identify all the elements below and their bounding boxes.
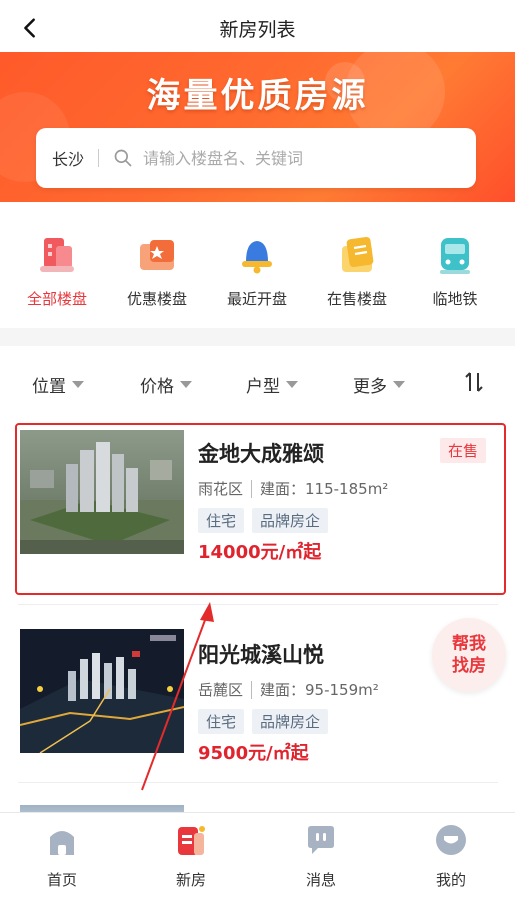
row-divider bbox=[18, 782, 498, 783]
back-arrow-icon bbox=[24, 18, 35, 38]
listing-district: 岳麓区 bbox=[198, 681, 244, 699]
listing-name: 阳光城溪山悦 bbox=[198, 643, 324, 667]
category-recent-open[interactable]: 最近开盘 bbox=[212, 232, 302, 309]
category-label: 最近开盘 bbox=[226, 290, 287, 308]
search-box[interactable]: 长沙 bbox=[36, 128, 476, 188]
caret-down-icon bbox=[180, 381, 192, 388]
subway-icon bbox=[432, 232, 478, 278]
nav-home[interactable]: 首页 bbox=[17, 823, 107, 890]
page-title: 新房列表 bbox=[219, 18, 296, 41]
building-icon bbox=[34, 232, 80, 278]
nav-new-house[interactable]: 新房 bbox=[146, 823, 236, 890]
help-button-label: 帮我 bbox=[452, 634, 486, 654]
header-bar: 新房列表 bbox=[0, 0, 515, 56]
caret-down-icon bbox=[393, 381, 405, 388]
filter-location[interactable]: 位置 bbox=[32, 372, 84, 397]
status-badge: 在售 bbox=[439, 438, 486, 463]
bottom-nav: 首页 新房 消息 我的 bbox=[0, 812, 515, 900]
caret-down-icon bbox=[286, 381, 298, 388]
listing-area: 建面：95-159m² bbox=[260, 681, 379, 699]
message-icon bbox=[308, 826, 334, 854]
listing-name: 金地大成雅颂 bbox=[198, 442, 324, 466]
category-label: 在售楼盘 bbox=[326, 290, 387, 308]
help-button-label: 找房 bbox=[452, 656, 486, 676]
section-gap bbox=[0, 328, 515, 346]
search-input[interactable] bbox=[141, 147, 426, 169]
filter-layout[interactable]: 户型 bbox=[246, 372, 298, 397]
coupon-icon bbox=[134, 232, 180, 278]
listing-district: 雨花区 bbox=[198, 480, 244, 498]
listing-tag: 品牌房企 bbox=[252, 709, 329, 734]
filter-price[interactable]: 价格 bbox=[140, 372, 192, 397]
filter-label: 位置 bbox=[32, 377, 66, 397]
meta-divider bbox=[251, 680, 253, 699]
help-find-house-button[interactable]: 帮我 找房 bbox=[432, 618, 506, 692]
nav-label: 我的 bbox=[435, 871, 466, 889]
category-label: 全部楼盘 bbox=[26, 290, 87, 308]
listing-item[interactable]: 阳光城溪山悦 岳麓区 建面：95-159m² 住宅 品牌房企 9500元/㎡起 bbox=[18, 597, 498, 769]
category-on-sale[interactable]: 在售楼盘 bbox=[312, 232, 402, 309]
banner-title: 海量优质房源 bbox=[146, 76, 369, 116]
category-near-subway[interactable]: 临地铁 bbox=[410, 232, 500, 309]
nav-label: 首页 bbox=[46, 871, 77, 889]
city-selector[interactable]: 长沙 bbox=[52, 146, 84, 170]
listing-tags: 住宅 品牌房企 bbox=[198, 709, 336, 734]
sale-doc-icon bbox=[334, 232, 380, 278]
profile-icon bbox=[436, 825, 466, 855]
listing-meta: 雨花区 建面：115-185m² bbox=[198, 478, 388, 499]
search-divider bbox=[98, 149, 100, 167]
category-label: 临地铁 bbox=[432, 290, 478, 308]
listing-price: 9500元/㎡起 bbox=[198, 743, 309, 764]
filter-label: 户型 bbox=[246, 377, 280, 397]
search-icon bbox=[114, 149, 132, 167]
back-button[interactable] bbox=[14, 12, 46, 44]
listing-item[interactable]: 金地大成雅颂 在售 雨花区 建面：115-185m² 住宅 品牌房企 14000… bbox=[18, 396, 498, 568]
sort-icon[interactable] bbox=[463, 370, 485, 394]
home-icon bbox=[50, 831, 74, 855]
listing-area: 建面：115-185m² bbox=[260, 480, 389, 498]
listing-tag: 住宅 bbox=[198, 508, 245, 533]
new-house-icon bbox=[178, 826, 205, 855]
nav-label: 消息 bbox=[305, 871, 336, 889]
listing-tag: 住宅 bbox=[198, 709, 245, 734]
promo-banner: 海量优质房源 长沙 bbox=[0, 52, 515, 202]
category-label: 优惠楼盘 bbox=[126, 290, 187, 308]
bell-icon bbox=[234, 232, 280, 278]
meta-divider bbox=[251, 479, 253, 498]
listing-tag: 品牌房企 bbox=[252, 508, 329, 533]
filter-label: 价格 bbox=[140, 377, 174, 397]
listing-meta: 岳麓区 建面：95-159m² bbox=[198, 679, 379, 700]
listing-photo bbox=[20, 629, 184, 753]
listing-tags: 住宅 品牌房企 bbox=[198, 508, 336, 533]
listing-photo bbox=[20, 430, 184, 554]
category-all[interactable]: 全部楼盘 bbox=[12, 232, 102, 309]
filter-more[interactable]: 更多 bbox=[353, 372, 405, 397]
filter-label: 更多 bbox=[353, 377, 387, 397]
category-discount[interactable]: 优惠楼盘 bbox=[112, 232, 202, 309]
nav-profile[interactable]: 我的 bbox=[406, 823, 496, 890]
caret-down-icon bbox=[72, 381, 84, 388]
nav-label: 新房 bbox=[175, 871, 206, 889]
nav-messages[interactable]: 消息 bbox=[276, 823, 366, 890]
category-bar: 全部楼盘 优惠楼盘 最近开盘 在售楼盘 临地铁 bbox=[0, 202, 515, 328]
listing-price: 14000元/㎡起 bbox=[198, 542, 322, 563]
